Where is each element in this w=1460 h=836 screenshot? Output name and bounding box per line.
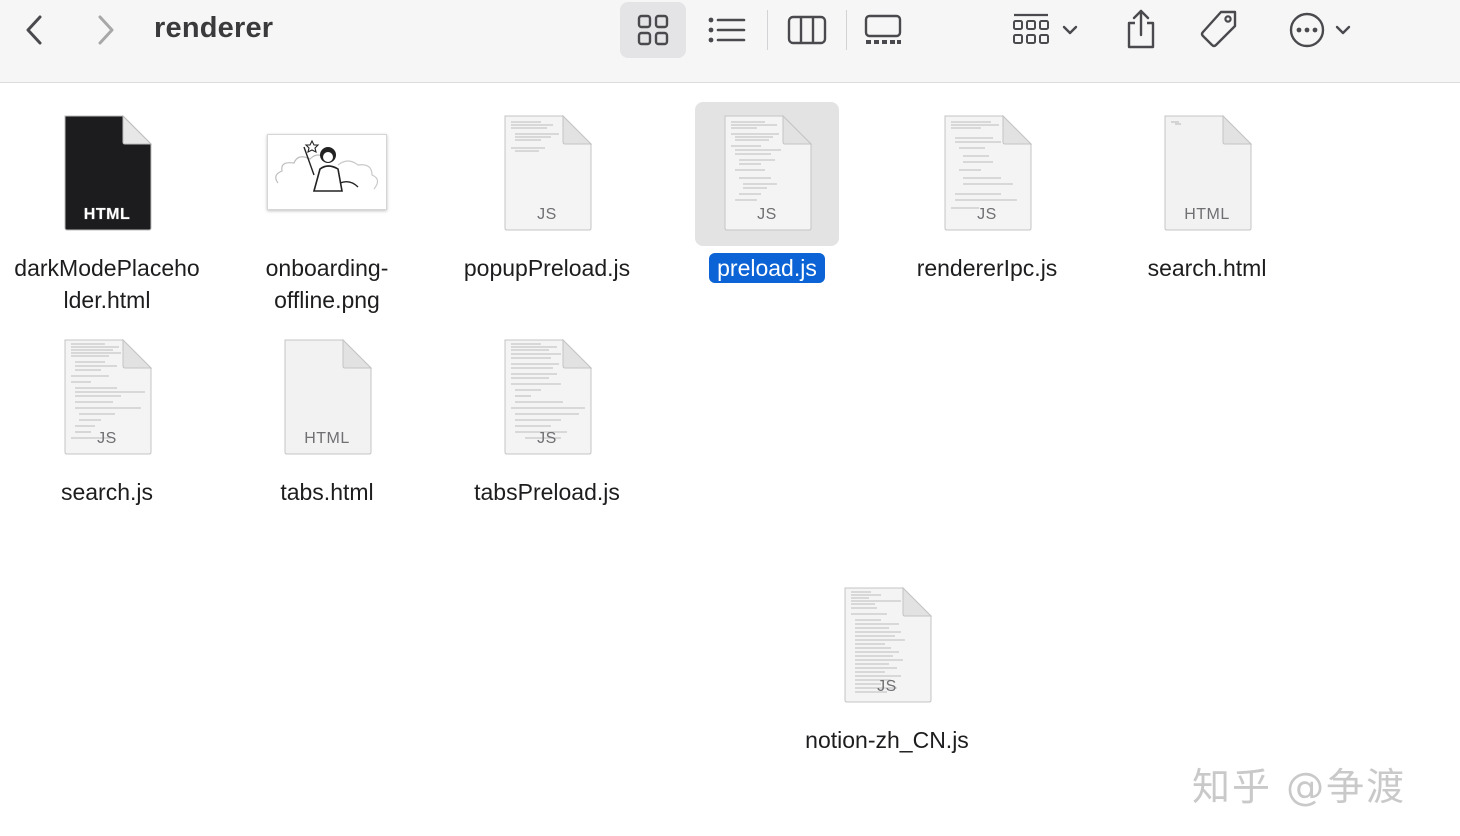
file-type-label: HTML	[304, 430, 350, 447]
list-view-icon	[708, 17, 746, 43]
illustration-image	[275, 139, 379, 192]
group-button[interactable]	[1006, 8, 1084, 52]
file-type-label: JS	[877, 678, 897, 695]
file-item[interactable]: JS tabsPreload.js	[437, 326, 657, 516]
chevron-right-icon	[98, 15, 114, 45]
file-type-label: JS	[97, 430, 117, 447]
file-name: notion-zh_CN.js	[805, 727, 969, 753]
file-item[interactable]: HTML darkModePlaceho lder.html	[0, 102, 217, 322]
column-view-icon	[787, 15, 827, 45]
forward-button[interactable]	[90, 12, 122, 48]
chevron-down-icon	[1062, 25, 1078, 35]
js-document-icon: JS	[61, 338, 153, 456]
share-button[interactable]	[1120, 6, 1162, 52]
js-document-icon: JS	[841, 586, 933, 704]
gallery-view-icon	[864, 14, 902, 44]
file-type-label: JS	[537, 430, 557, 447]
file-type-label: JS	[537, 206, 557, 223]
file-item[interactable]: JS popupPreload.js	[437, 102, 657, 292]
finder-toolbar: renderer	[0, 0, 1460, 83]
back-button[interactable]	[18, 12, 50, 48]
html-document-icon: HTML	[281, 338, 373, 456]
file-name: search.html	[1147, 255, 1267, 281]
file-name: preload.js	[657, 252, 877, 284]
js-document-icon: JS	[941, 114, 1033, 232]
file-name: popupPreload.js	[463, 255, 631, 281]
icon-view-button[interactable]	[620, 2, 686, 58]
file-type-label: JS	[757, 206, 777, 223]
group-grid-icon	[1013, 13, 1049, 44]
toolbar-separator	[767, 10, 768, 50]
file-item[interactable]: JS rendererIpc.js	[877, 102, 1097, 292]
file-name: search.js	[60, 479, 154, 505]
html-document-icon: HTML	[1161, 114, 1253, 232]
js-document-icon: JS	[501, 338, 593, 456]
file-type-label: JS	[977, 206, 997, 223]
file-item[interactable]: JS notion-zh_CN.js	[777, 574, 997, 764]
ellipsis-circle-icon	[1289, 12, 1325, 48]
tag-button[interactable]	[1196, 6, 1242, 52]
file-type-label: HTML	[1184, 206, 1230, 223]
more-actions-button[interactable]	[1282, 8, 1358, 52]
html-document-icon: HTML	[61, 114, 153, 232]
gallery-view-button[interactable]	[858, 8, 908, 52]
file-item[interactable]: onboarding-offline.png	[217, 102, 437, 322]
file-item[interactable]: HTML tabs.html	[217, 326, 437, 516]
file-item[interactable]: HTML search.html	[1097, 102, 1317, 292]
window-title: renderer	[154, 12, 274, 44]
list-view-button[interactable]	[702, 8, 752, 52]
tag-icon	[1200, 10, 1237, 48]
image-preview	[267, 134, 387, 210]
file-name: darkModePlaceho lder.html	[14, 255, 200, 313]
chevron-left-icon	[26, 15, 42, 45]
js-document-icon: JS	[721, 114, 813, 232]
column-view-button[interactable]	[782, 8, 832, 52]
file-name: onboarding-offline.png	[265, 255, 389, 313]
watermark-text: 知乎 @争渡	[1192, 765, 1407, 809]
file-item[interactable]: JS search.js	[0, 326, 217, 516]
file-item-selected[interactable]: JS preload.js	[657, 102, 877, 292]
toolbar-separator	[846, 10, 847, 50]
file-name: rendererIpc.js	[916, 255, 1058, 281]
icon-view-icon	[637, 14, 669, 46]
file-name: tabs.html	[280, 479, 374, 505]
chevron-down-icon	[1335, 25, 1351, 35]
file-type-label: HTML	[83, 206, 131, 223]
file-name: tabsPreload.js	[474, 479, 620, 505]
share-icon	[1127, 9, 1155, 49]
js-document-icon: JS	[501, 114, 593, 232]
